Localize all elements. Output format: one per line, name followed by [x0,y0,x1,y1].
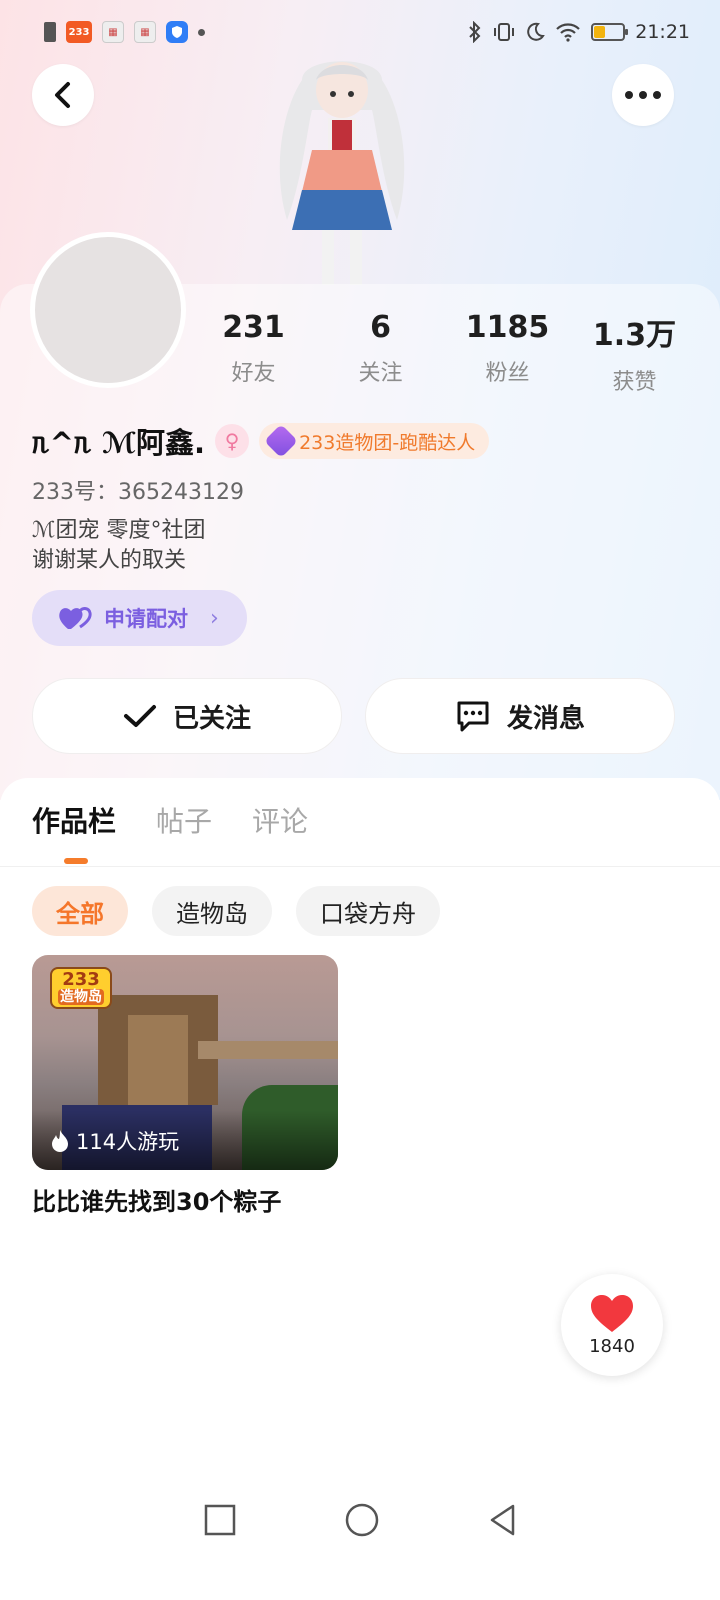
tab-comments[interactable]: 评论 [252,800,308,840]
character-figure-image [279,61,405,285]
stat-label: 好友 [231,361,276,386]
stat-likes[interactable]: 1.3万 获赞 [571,310,698,396]
logo-text: 233 [62,969,100,990]
back-triangle-icon[interactable] [487,1503,517,1537]
game-thumbnail-scene [198,1041,338,1059]
tab-works[interactable]: 作品栏 [32,800,116,840]
avatar[interactable] [30,232,186,388]
username: ᥰ^ᥰ ℳ阿鑫. [32,426,206,460]
chip-creation-island[interactable]: 造物岛 [152,886,272,936]
heart-icon [591,1294,633,1332]
profile-stats: 231 好友 6 关注 1185 粉丝 1.3万 获赞 [190,310,700,396]
notification-icon [44,22,56,42]
stat-following[interactable]: 6 关注 [317,310,444,396]
work-card[interactable]: 233 造物岛 114人游玩 [32,955,338,1170]
message-label: 发消息 [506,703,585,734]
moon-icon [527,22,546,41]
home-circle-icon[interactable] [344,1502,380,1538]
vibrate-icon [494,23,515,41]
apply-pair-button[interactable]: 申请配对 › [32,590,247,646]
creation-island-logo: 233 造物岛 [50,967,112,1009]
work-title[interactable]: 比比谁先找到30个粽子 [32,1182,281,1217]
stat-value: 6 [370,310,391,345]
user-id[interactable]: 233号：365243129 [32,474,244,506]
recents-square-icon[interactable] [203,1503,237,1537]
chip-all[interactable]: 全部 [32,886,128,936]
heart-pair-icon [59,607,92,629]
back-button[interactable] [32,64,94,126]
like-count: 1840 [589,1335,635,1357]
active-tab-indicator [64,858,88,864]
more-options-button[interactable] [612,64,674,126]
badge-label: 233造物团-跑酷达人 [299,431,476,454]
card-icon: ▦ [102,21,124,43]
card-icon: ▦ [134,21,156,43]
wifi-icon [556,23,581,42]
following-button[interactable]: 已关注 [32,678,342,754]
stat-value: 1.3万 [592,318,677,353]
bio-line: ℳ团宠 零度°社团 [32,518,206,543]
badge-gem-icon [264,424,299,458]
logo-text: 造物岛 [58,989,104,1005]
system-nav-bar [0,1480,720,1560]
female-gender-icon: ♀ [215,424,250,458]
stat-label: 关注 [358,361,403,386]
filter-chips: 全部 造物岛 口袋方舟 [32,886,440,936]
following-label: 已关注 [172,703,251,734]
stat-fans[interactable]: 1185 粉丝 [444,310,571,396]
chevron-left-icon [55,82,70,108]
battery-icon [591,23,629,41]
divider [0,866,720,867]
play-count: 114人游玩 [50,1126,179,1156]
fire-icon [52,1130,68,1152]
stat-label: 粉丝 [485,361,530,386]
like-button[interactable]: 1840 [561,1274,663,1376]
stat-value: 231 [222,310,285,345]
game-thumbnail-scene [128,1015,188,1105]
chip-pocket-ark[interactable]: 口袋方舟 [296,886,440,936]
send-message-button[interactable]: 发消息 [365,678,675,754]
bio-line: 谢谢某人的取关 [32,548,187,573]
chevron-right-icon: › [210,605,219,631]
name-row: ᥰ^ᥰ ℳ阿鑫. ♀ 233造物团-跑酷达人 [32,420,490,462]
play-count-text: 114人游玩 [76,1130,180,1154]
more-dots-icon [625,91,661,99]
creator-badge[interactable]: 233造物团-跑酷达人 [259,423,490,459]
chat-bubble-icon [457,701,489,732]
stat-label: 获赞 [612,370,657,395]
bio: ℳ团宠 零度°社团 谢谢某人的取关 [32,516,206,576]
profile-tabs: 作品栏 帖子 评论 [32,800,308,840]
more-notifications-dot [198,28,205,36]
stat-friends[interactable]: 231 好友 [190,310,317,396]
check-icon [123,705,156,727]
clock: 21:21 [635,21,690,43]
stat-value: 1185 [465,310,550,345]
app-233-icon: 233 [66,21,92,43]
shield-icon [166,21,188,43]
tab-posts[interactable]: 帖子 [156,800,212,840]
pair-label: 申请配对 [104,607,188,631]
bluetooth-icon [469,21,481,43]
